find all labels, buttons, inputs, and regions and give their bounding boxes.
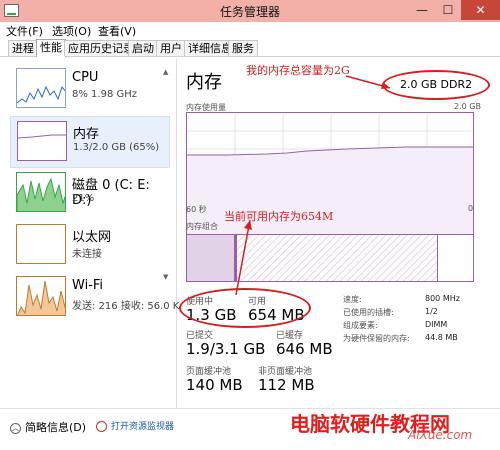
graph-axis-start: 60 秒 — [186, 205, 207, 214]
menu-file[interactable]: 文件(F) — [6, 23, 43, 39]
sidebar-sub: 21% — [72, 193, 95, 204]
disk-thumbnail-graph — [17, 177, 65, 211]
sidebar-label: CPU — [72, 70, 99, 85]
sidebar-sub: 1.3/2.0 GB (65%) — [73, 142, 160, 153]
info-key: 速度: — [343, 295, 362, 304]
title-bar: 任务管理器 — ☐ ✕ — [0, 0, 500, 22]
sidebar-label: 内存 — [73, 127, 100, 142]
usage-graph-max: 2.0 GB — [454, 102, 481, 111]
page-title: 内存 — [186, 72, 222, 93]
open-resource-monitor-link[interactable]: 打开资源监视器 — [96, 419, 174, 432]
sidebar-label: Wi-Fi — [72, 278, 104, 293]
tab-users[interactable]: 用户 — [156, 40, 186, 56]
tab-startup[interactable]: 启动 — [128, 40, 158, 56]
info-key: 组成要素: — [343, 321, 378, 330]
info-value: 800 MHz — [425, 294, 460, 303]
memory-thumbnail — [17, 121, 67, 161]
cpu-thumbnail — [16, 68, 66, 108]
resource-monitor-icon — [96, 421, 107, 432]
sidebar-label: 以太网 — [72, 230, 112, 245]
paged-pool-value: 140 MB — [186, 376, 243, 394]
composition-standby — [237, 235, 437, 281]
nonpaged-pool-value: 112 MB — [258, 376, 315, 394]
menu-bar: 文件(F) 选项(O) 查看(V) — [0, 22, 500, 38]
graph-axis-end: 0 — [468, 204, 474, 213]
paged-pool-stat: 页面缓冲池 140 MB — [186, 364, 243, 394]
disk-thumbnail — [16, 172, 66, 212]
info-row-hardware-reserved: 为硬件保留的内存: 44.8 MB — [343, 333, 473, 346]
tab-bar: 进程 性能 应用历史记录 启动 用户 详细信息 服务 — [0, 39, 500, 57]
sidebar-scrollbar[interactable]: ▲ ▼ — [163, 68, 170, 408]
scroll-down-icon[interactable]: ▼ — [163, 273, 168, 281]
annotation-ellipse-capacity — [382, 70, 490, 100]
resource-sidebar: CPU 8% 1.98 GHz 内存 1.3/2.0 GB (65%) 磁盘 0… — [0, 58, 179, 408]
menu-view[interactable]: 查看(V) — [98, 23, 136, 39]
info-row-slots: 已使用的插槽: 1/2 — [343, 307, 473, 320]
sidebar-item-disk[interactable]: 磁盘 0 (C: E: D:) 21% — [10, 168, 170, 220]
wifi-thumbnail-graph — [17, 280, 65, 315]
minimize-button[interactable]: — — [409, 0, 435, 20]
tab-app-history[interactable]: 应用历史记录 — [64, 40, 138, 56]
open-resource-monitor-label: 打开资源监视器 — [111, 422, 175, 432]
committed-value: 1.9/3.1 GB — [186, 340, 266, 358]
fewer-details-button[interactable]: ︿ 简略信息(D) — [10, 419, 86, 435]
info-row-speed: 速度: 800 MHz — [343, 294, 473, 307]
tab-processes[interactable]: 进程 — [8, 40, 38, 56]
info-value: 44.8 MB — [425, 333, 458, 342]
info-key: 为硬件保留的内存: — [343, 334, 410, 343]
sidebar-sub: 未连接 — [72, 249, 102, 260]
ethernet-thumbnail — [16, 224, 66, 264]
info-row-form-factor: 组成要素: DIMM — [343, 320, 473, 333]
standby-hatch — [237, 235, 437, 281]
cpu-thumbnail-graph — [17, 85, 65, 104]
info-value: 1/2 — [425, 307, 438, 316]
annotation-available: 当前可用内存为654M — [224, 210, 334, 223]
memory-panel: 内存 2.0 GB DDR2 内存使用量 2.0 GB 60 秒 0 内存组合 — [178, 58, 500, 408]
cached-value: 646 MB — [276, 340, 333, 358]
sidebar-sub: 8% 1.98 GHz — [72, 89, 138, 100]
tab-performance[interactable]: 性能 — [36, 39, 66, 57]
nonpaged-pool-stat: 非页面缓冲池 112 MB — [258, 364, 315, 394]
hardware-info-table: 速度: 800 MHz 已使用的插槽: 1/2 组成要素: DIMM 为硬件保留… — [343, 294, 473, 346]
site-watermark-url: AiXue.com — [408, 428, 473, 442]
committed-stat: 已提交 1.9/3.1 GB — [186, 328, 265, 358]
menu-options[interactable]: 选项(O) — [52, 23, 91, 39]
sidebar-item-ethernet[interactable]: 以太网 未连接 — [10, 220, 170, 272]
composition-free — [437, 235, 473, 281]
maximize-button[interactable]: ☐ — [435, 0, 461, 20]
composition-in-use — [187, 235, 235, 281]
fewer-details-label: 简略信息(D) — [25, 421, 87, 434]
info-key: 已使用的插槽: — [343, 308, 394, 317]
memory-composition-bar — [186, 234, 474, 282]
sidebar-item-memory[interactable]: 内存 1.3/2.0 GB (65%) — [10, 116, 170, 168]
sidebar-item-cpu[interactable]: CPU 8% 1.98 GHz — [10, 64, 170, 116]
chevron-up-icon: ︿ — [10, 422, 21, 434]
memory-thumbnail-graph — [18, 134, 66, 139]
tab-services[interactable]: 服务 — [228, 40, 258, 56]
info-value: DIMM — [425, 320, 448, 329]
composition-label: 内存组合 — [186, 222, 218, 231]
close-button[interactable]: ✕ — [461, 0, 500, 20]
annotation-ellipse-available — [179, 288, 311, 328]
sidebar-item-wifi[interactable]: Wi-Fi 发送: 216 接收: 56.0 K — [10, 272, 179, 324]
wifi-thumbnail — [16, 276, 66, 316]
scroll-up-icon[interactable]: ▲ — [163, 68, 168, 76]
annotation-total-capacity: 我的内存总容量为2G — [246, 64, 350, 77]
cached-stat: 已缓存 646 MB — [276, 328, 333, 358]
